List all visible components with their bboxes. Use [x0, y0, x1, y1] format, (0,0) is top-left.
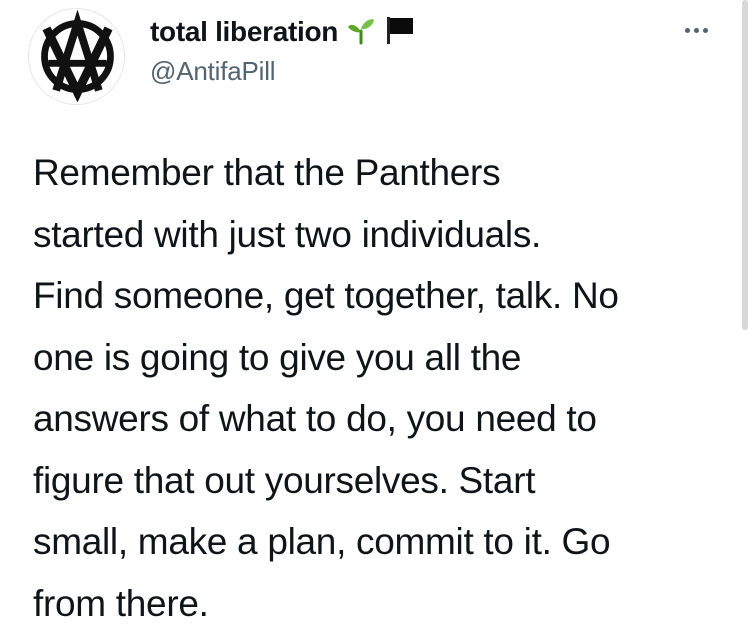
- scrollbar[interactable]: [742, 0, 748, 330]
- anarchist-symbol-icon: [29, 9, 124, 104]
- tweet-text-line: one is going to give you all the: [33, 336, 522, 378]
- tweet-card: total liberation @AntifaPill Remember th…: [0, 0, 750, 641]
- more-dot: [693, 27, 699, 33]
- user-handle[interactable]: @AntifaPill: [150, 56, 416, 87]
- tweet-text: Remember that the Panthers started with …: [33, 142, 733, 634]
- display-name-row: total liberation: [150, 14, 416, 50]
- tweet-text-line: started with just two individuals.: [33, 213, 542, 255]
- tweet-text-line: small, make a plan, commit to it. Go: [33, 521, 611, 562]
- tweet-text-line: answers of what to do, you need to: [33, 398, 597, 439]
- tweet-text-line: Find someone, get together, talk. No: [33, 275, 619, 316]
- tweet-text-line: Remember that the Panthers: [33, 152, 501, 193]
- display-name[interactable]: total liberation: [150, 16, 338, 48]
- more-options-button[interactable]: [676, 20, 716, 40]
- user-names: total liberation @AntifaPill: [150, 14, 416, 87]
- tweet-header: total liberation @AntifaPill: [28, 8, 728, 108]
- tweet-text-line: figure that out yourselves. Start: [33, 459, 536, 501]
- avatar[interactable]: [28, 8, 125, 105]
- more-dot: [702, 27, 708, 33]
- seedling-icon: [346, 15, 376, 50]
- tweet-text-line: from there.: [33, 582, 209, 624]
- black-flag-icon: [384, 15, 416, 50]
- more-horizontal-icon: [684, 27, 690, 33]
